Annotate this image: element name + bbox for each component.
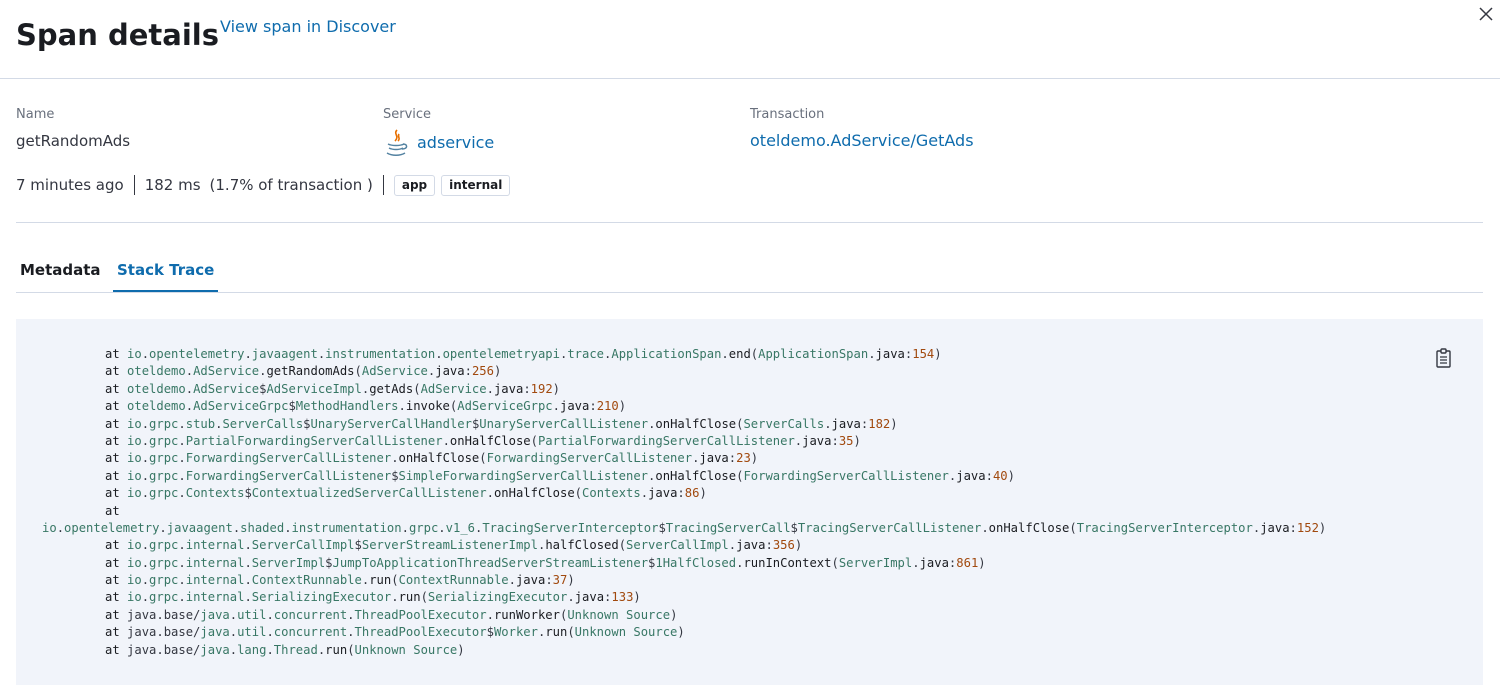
frame-file: ApplicationSpan bbox=[758, 347, 869, 361]
frame-line-number: 152 bbox=[1296, 520, 1319, 535]
stack-frame: at io.opentelemetry.javaagent.instrument… bbox=[105, 347, 942, 361]
frame-method: getAds bbox=[369, 381, 414, 396]
transaction-label: Transaction bbox=[750, 107, 825, 122]
separator bbox=[382, 175, 384, 195]
frame-file: AdServiceGrpc bbox=[457, 399, 553, 414]
frame-file: Unknown Source bbox=[574, 625, 678, 640]
frame-line-number: 154 bbox=[912, 347, 935, 361]
name-label: Name bbox=[16, 107, 55, 122]
frame-method: invoke bbox=[405, 399, 450, 414]
frame-file: Contexts bbox=[582, 486, 641, 501]
service-link-row[interactable]: adservice bbox=[383, 128, 494, 158]
transaction-field: Transaction oteldemo.AdService/GetAds bbox=[750, 106, 974, 152]
flyout-header: Span details View span in Discover bbox=[0, 0, 1500, 79]
stack-frame: at bbox=[105, 503, 128, 518]
frame-method: end bbox=[728, 347, 751, 361]
duration: 182 ms bbox=[144, 176, 201, 194]
frame-method: onHalfClose bbox=[655, 468, 737, 483]
name-value: getRandomAds bbox=[16, 132, 131, 150]
stack-trace: at io.opentelemetry.javaagent.instrument… bbox=[42, 346, 1326, 659]
frame-line-number: 182 bbox=[868, 416, 891, 431]
transaction-link[interactable]: oteldemo.AdService/GetAds bbox=[750, 130, 974, 152]
duration-percent: (1.7% of transaction ) bbox=[209, 176, 373, 194]
frame-method: onHalfClose bbox=[398, 451, 480, 466]
divider bbox=[16, 222, 1483, 223]
stack-frame: at oteldemo.AdService$AdServiceImpl.getA… bbox=[105, 381, 561, 396]
frame-method: runWorker bbox=[493, 607, 560, 622]
frame-file: ServerCallImpl bbox=[626, 538, 729, 553]
frame-method: onHalfClose bbox=[988, 520, 1070, 535]
frame-file: AdService bbox=[361, 364, 428, 379]
frame-method: getRandomAds bbox=[266, 364, 355, 379]
frame-file: ServerCalls bbox=[743, 416, 825, 431]
frame-file: ForwardingServerCallListener bbox=[743, 468, 949, 483]
stack-frame: at io.grpc.internal.ContextRunnable.run(… bbox=[105, 573, 575, 588]
frame-method: runInContext bbox=[743, 555, 832, 570]
tab-stack-trace[interactable]: Stack Trace bbox=[113, 250, 219, 292]
frame-line-number: 210 bbox=[596, 399, 619, 414]
frame-line-number: 23 bbox=[736, 451, 751, 466]
frame-line-number: 35 bbox=[838, 433, 854, 448]
separator bbox=[133, 175, 135, 195]
stack-frame: at io.grpc.internal.ServerCallImpl$Serve… bbox=[105, 538, 803, 553]
service-field: Service adservice bbox=[383, 106, 494, 158]
frame-method: run bbox=[398, 590, 421, 605]
close-button[interactable] bbox=[1476, 4, 1496, 24]
frame-line-number: 192 bbox=[530, 381, 553, 396]
frame-file: AdService bbox=[420, 381, 487, 396]
frame-line-number: 40 bbox=[992, 468, 1008, 483]
frame-file: SerializingExecutor bbox=[427, 590, 568, 605]
frame-method: run bbox=[325, 642, 348, 657]
frame-line-number: 86 bbox=[684, 486, 700, 501]
stack-frame: at io.grpc.ForwardingServerCallListener.… bbox=[105, 451, 759, 466]
stack-frame: at java.base/java.lang.Thread.run(Unknow… bbox=[105, 642, 465, 657]
frame-file: TracingServerInterceptor bbox=[1076, 520, 1253, 535]
service-link[interactable]: adservice bbox=[417, 132, 494, 154]
copy-button[interactable] bbox=[1434, 347, 1454, 369]
tab-metadata[interactable]: Metadata bbox=[16, 250, 105, 290]
stack-frame: at io.grpc.internal.SerializingExecutor.… bbox=[105, 590, 641, 605]
badge-app: app bbox=[393, 174, 436, 196]
service-label: Service bbox=[383, 107, 432, 122]
java-icon bbox=[386, 129, 408, 156]
stack-frame: at io.grpc.ForwardingServerCallListener$… bbox=[105, 468, 1015, 483]
frame-file: PartialForwardingServerCallListener bbox=[537, 433, 795, 448]
frame-file: Unknown Source bbox=[354, 642, 458, 657]
stack-frame: at io.grpc.stub.ServerCalls$UnaryServerC… bbox=[105, 416, 898, 431]
stack-frame: at io.grpc.PartialForwardingServerCallLi… bbox=[105, 433, 861, 448]
stack-frame: at oteldemo.AdService.getRandomAds(AdSer… bbox=[105, 364, 502, 379]
stack-frame: at io.grpc.internal.ServerImpl$JumpToApp… bbox=[105, 555, 986, 570]
frame-file: ServerImpl bbox=[838, 555, 913, 570]
frame-method: onHalfClose bbox=[493, 486, 575, 501]
stack-frame: at io.grpc.Contexts$ContextualizedServer… bbox=[105, 486, 707, 501]
frame-file: ForwardingServerCallListener bbox=[486, 451, 693, 466]
stack-trace-code-block: at io.opentelemetry.javaagent.instrument… bbox=[16, 319, 1483, 685]
frame-method: onHalfClose bbox=[655, 416, 737, 431]
frame-line-number: 256 bbox=[471, 364, 494, 379]
name-field: Name getRandomAds bbox=[16, 106, 130, 152]
frame-line-number: 37 bbox=[552, 573, 568, 588]
frame-method: onHalfClose bbox=[449, 433, 531, 448]
span-stats-row: 7 minutes ago 182 ms (1.7% of transactio… bbox=[16, 173, 516, 197]
frame-file: ContextRunnable bbox=[398, 573, 509, 588]
frame-file: Unknown Source bbox=[567, 607, 671, 622]
tab-bar: Metadata Stack Trace bbox=[16, 250, 1483, 293]
frame-line-number: 356 bbox=[772, 538, 795, 553]
badge-internal: internal bbox=[441, 174, 511, 196]
frame-line-number: 861 bbox=[956, 555, 979, 570]
stack-frame: at oteldemo.AdServiceGrpc$MethodHandlers… bbox=[105, 399, 627, 414]
view-in-discover-link[interactable]: View span in Discover bbox=[220, 16, 396, 38]
frame-method: halfClosed bbox=[545, 538, 619, 553]
stack-frame: at java.base/java.util.concurrent.Thread… bbox=[105, 607, 678, 622]
stack-frame: io.opentelemetry.javaagent.shaded.instru… bbox=[42, 520, 1327, 535]
copy-clipboard-icon bbox=[1436, 348, 1451, 368]
frame-line-number: 133 bbox=[611, 590, 634, 605]
timestamp: 7 minutes ago bbox=[16, 176, 124, 194]
frame-method: run bbox=[369, 573, 392, 588]
frame-method: run bbox=[545, 625, 568, 640]
close-icon bbox=[1479, 7, 1493, 21]
page-title: Span details bbox=[16, 18, 219, 52]
stack-frame: at java.base/java.util.concurrent.Thread… bbox=[105, 625, 685, 640]
